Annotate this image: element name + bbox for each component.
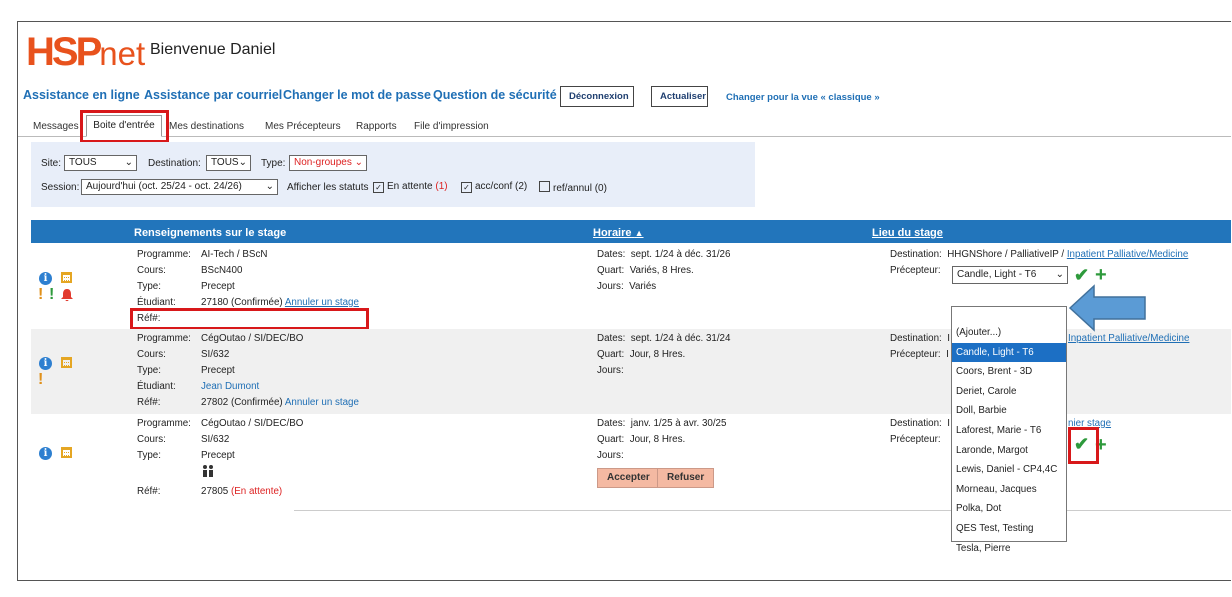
- change-password-link[interactable]: Changer le mot de passe: [283, 88, 431, 102]
- schedule-cell: Dates: sept. 1/24 à déc. 31/26 Quart: Va…: [597, 249, 731, 292]
- tab-messages[interactable]: Messages: [33, 121, 79, 132]
- hspnet-logo: HSPnet: [26, 30, 146, 74]
- checkbox-checked-icon: ✓: [373, 182, 384, 193]
- dropdown-option[interactable]: Doll, Barbie: [952, 401, 1066, 421]
- dropdown-option[interactable]: Laronde, Margot: [952, 441, 1066, 461]
- site-select[interactable]: TOUS ⌄: [64, 155, 137, 171]
- checkbox-checked-icon: ✓: [461, 182, 472, 193]
- session-select[interactable]: Aujourd'hui (oct. 25/24 - oct. 24/26) ⌄: [81, 179, 278, 195]
- destination-link[interactable]: Inpatient Palliative/Medicine: [1067, 249, 1188, 260]
- location-cell: Destination: I Précepteur: I: [890, 333, 950, 360]
- schedule-cell: Dates: sept. 1/24 à déc. 31/24 Quart: Jo…: [597, 333, 731, 376]
- accept-button[interactable]: Accepter: [597, 468, 660, 488]
- status-pending-checkbox[interactable]: ✓ En attente (1): [373, 181, 448, 193]
- inbox-tab-highlight: [80, 110, 169, 143]
- col-location-header[interactable]: Lieu du stage: [872, 227, 943, 239]
- col-schedule-header[interactable]: Horaire ▲: [593, 227, 644, 239]
- type-select[interactable]: Non-groupes ⌄: [289, 155, 367, 171]
- row-values: CégOutao / SI/DEC/BO SI/632 Precept Jean D…: [201, 333, 359, 408]
- security-question-link[interactable]: Question de sécurité: [433, 88, 557, 102]
- info-icon[interactable]: i: [39, 447, 52, 460]
- table-bottom-border: [294, 510, 1231, 511]
- alert-icon: !: [38, 371, 44, 388]
- checkbox-empty-icon: [539, 181, 550, 192]
- row-values: AI-Tech / BScN BScN400 Precept 27180 (Conf…: [201, 249, 359, 308]
- dropdown-option[interactable]: Morneau, Jacques: [952, 480, 1066, 500]
- calendar-icon[interactable]: [61, 357, 72, 368]
- site-label: Site:: [41, 158, 62, 169]
- plus-icon[interactable]: +: [1095, 265, 1107, 285]
- email-help-link[interactable]: Assistance par courriel: [144, 88, 282, 102]
- filter-panel: Site: TOUS ⌄ Destination: TOUS ⌄ Type: Non…: [31, 142, 755, 207]
- tab-my-destinations[interactable]: Mes destinations: [169, 121, 244, 132]
- dropdown-option[interactable]: Deriet, Carole: [952, 382, 1066, 402]
- checkmark-highlight: [1068, 427, 1099, 464]
- welcome-text: Bienvenue Daniel: [150, 41, 276, 58]
- dropdown-option[interactable]: Laforest, Marie - T6: [952, 421, 1066, 441]
- calendar-icon[interactable]: [61, 447, 72, 458]
- tab-print-queue[interactable]: File d'impression: [414, 121, 489, 132]
- bell-icon: [61, 289, 73, 302]
- schedule-cell: Dates: janv. 1/25 à avr. 30/25 Quart: Jo…: [597, 418, 727, 461]
- tab-reports[interactable]: Rapports: [356, 121, 397, 132]
- status-label: Afficher les statuts: [287, 182, 369, 193]
- alert-icon: !: [38, 286, 44, 303]
- dropdown-option-selected[interactable]: Candle, Light - T6: [952, 342, 1066, 363]
- col-info-header: Renseignements sur le stage: [134, 227, 287, 239]
- location-cell: Destination: I Précepteur:: [890, 418, 950, 445]
- refuse-button[interactable]: Refuser: [657, 468, 715, 488]
- calendar-icon[interactable]: [61, 272, 72, 283]
- dropdown-option[interactable]: Lewis, Daniel - CP4,4C: [952, 460, 1066, 480]
- info-icon[interactable]: i: [39, 272, 52, 285]
- dropdown-option[interactable]: Coors, Brent - 3D: [952, 362, 1066, 382]
- cancel-placement-link[interactable]: Annuler un stage: [285, 397, 359, 408]
- classic-view-link[interactable]: Changer pour la vue « classique »: [726, 92, 880, 103]
- alert-icon: !: [49, 286, 55, 303]
- ref-highlight: [130, 308, 369, 330]
- dropdown-option[interactable]: Polka, Dot: [952, 499, 1066, 519]
- preceptor-select[interactable]: Candle, Light - T6 ⌄: [952, 266, 1068, 284]
- sort-asc-icon: ▲: [634, 228, 644, 238]
- type-label: Type:: [261, 158, 286, 169]
- dropdown-option[interactable]: Tesla, Pierre: [952, 539, 1066, 559]
- row-labels: Programme: Cours: Type: Étudiant: Réf#:: [137, 333, 191, 408]
- destination-select[interactable]: TOUS ⌄: [206, 155, 251, 171]
- arrow-left-icon: [1068, 284, 1148, 337]
- app-frame: HSPnet Bienvenue Daniel Assistance en li…: [17, 21, 1231, 581]
- status-ref-checkbox[interactable]: ref/annul (0): [539, 181, 607, 194]
- destination-label: Destination:: [148, 158, 201, 169]
- tab-my-preceptors[interactable]: Mes Précepteurs: [265, 121, 341, 132]
- row-values: CégOutao / SI/DEC/BO SI/632 Precept 27805 …: [201, 418, 304, 497]
- online-help-link[interactable]: Assistance en ligne: [23, 88, 140, 102]
- tab-underline: [18, 136, 1231, 137]
- student-link[interactable]: Jean Dumont: [201, 381, 259, 392]
- session-label: Session:: [41, 182, 80, 193]
- dropdown-option[interactable]: QES Test, Testing: [952, 519, 1066, 539]
- cancel-placement-link[interactable]: Annuler un stage: [285, 297, 359, 308]
- checkmark-icon[interactable]: ✔: [1074, 266, 1089, 284]
- refresh-button[interactable]: Actualiser: [651, 86, 708, 107]
- preceptor-dropdown-list[interactable]: (Ajouter...) Candle, Light - T6 Coors, B…: [951, 306, 1067, 554]
- status-acc-checkbox[interactable]: ✓ acc/conf (2): [461, 181, 527, 193]
- row-labels: Programme: Cours: Type: Réf#:: [137, 418, 191, 497]
- group-icon: [201, 464, 303, 484]
- logout-button[interactable]: Déconnexion: [560, 86, 634, 107]
- info-icon[interactable]: i: [39, 357, 52, 370]
- dropdown-option[interactable]: (Ajouter...): [952, 323, 1066, 343]
